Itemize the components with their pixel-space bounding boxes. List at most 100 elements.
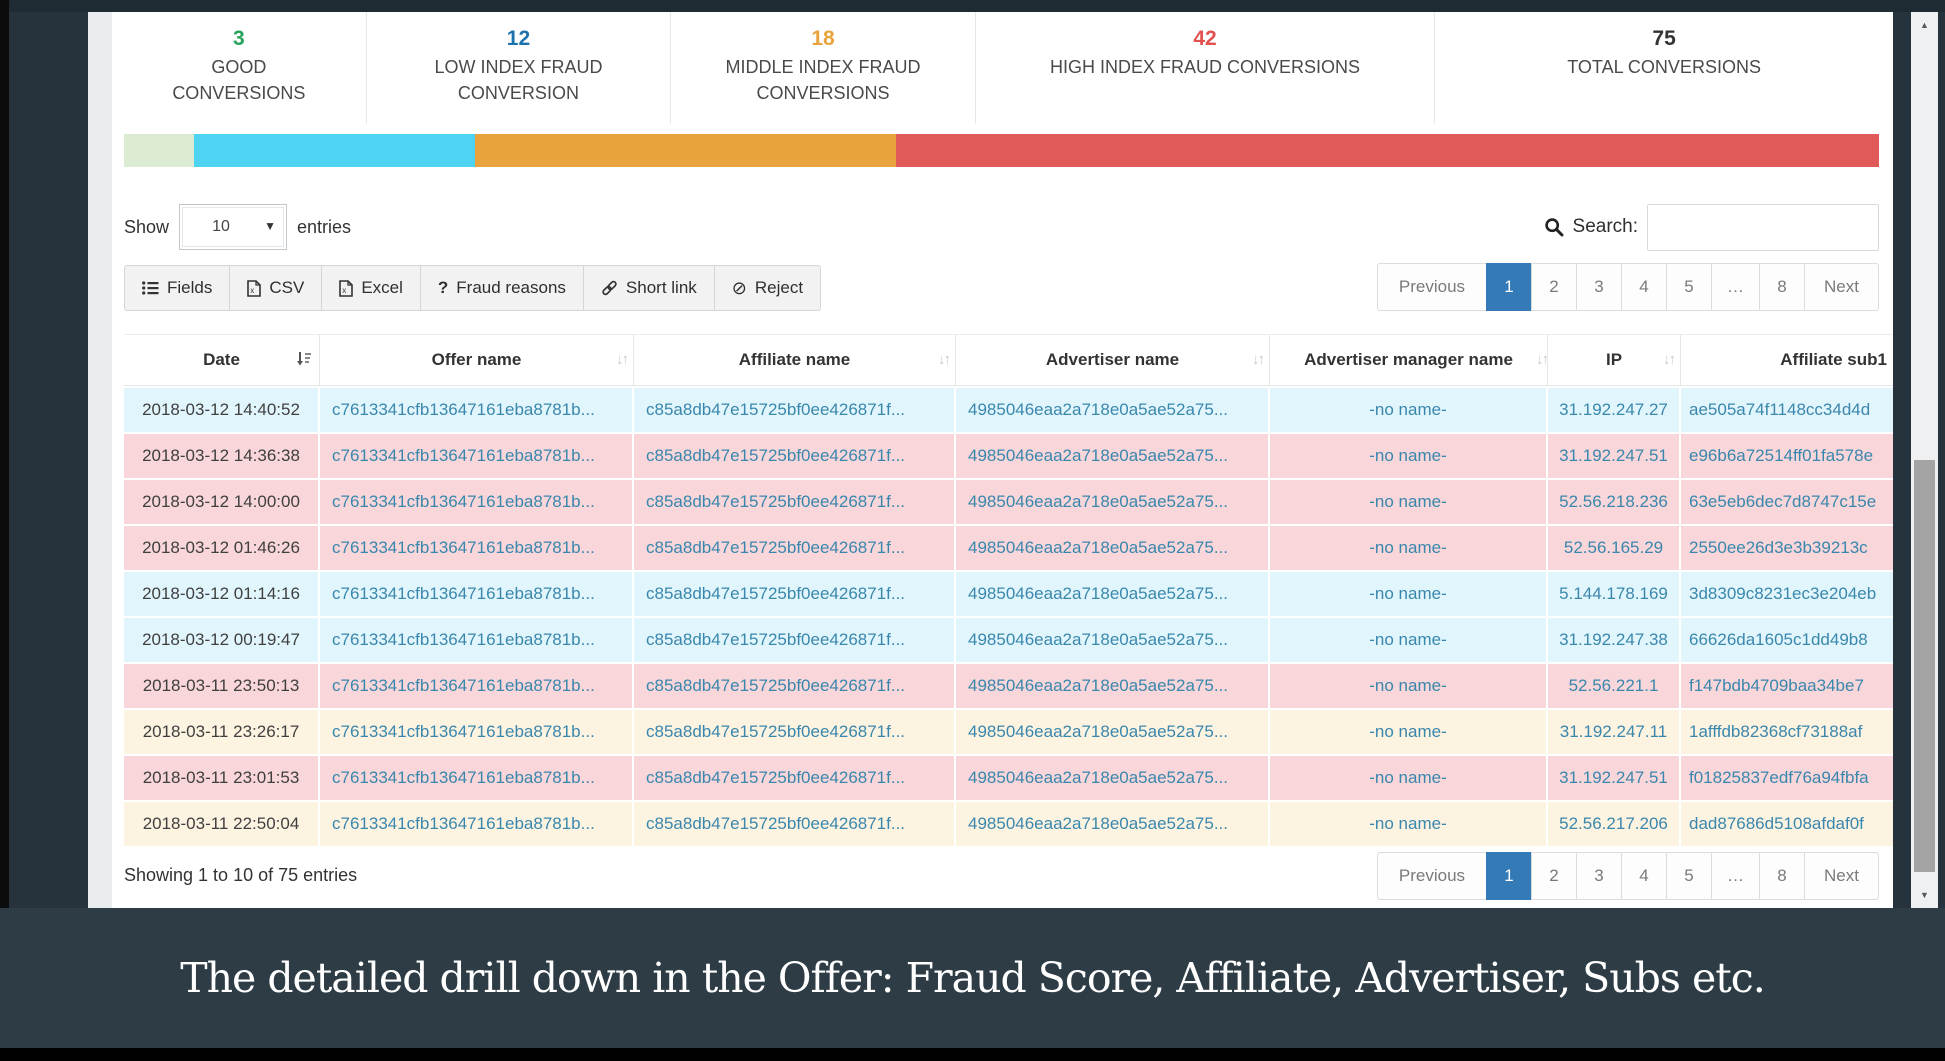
advertiser-link[interactable]: 4985046eaa2a718e0a5ae52a75... <box>956 802 1270 846</box>
short-link-button[interactable]: Short link <box>582 265 715 311</box>
file-excel-icon: x <box>339 279 354 297</box>
sub1-link[interactable]: f01825837edf76a94fbfa <box>1681 756 1893 800</box>
ip-link[interactable]: 52.56.218.236 <box>1548 480 1681 524</box>
advertiser-link[interactable]: 4985046eaa2a718e0a5ae52a75... <box>956 572 1270 616</box>
previous-page-button[interactable]: Previous <box>1376 263 1488 311</box>
offer-link[interactable]: c7613341cfb13647161eba8781b... <box>320 710 634 754</box>
manager-link[interactable]: -no name- <box>1270 572 1548 616</box>
excel-export-button[interactable]: x Excel <box>321 265 421 311</box>
page-button-2[interactable]: 2 <box>1531 263 1578 311</box>
affiliate-link[interactable]: c85a8db47e15725bf0ee426871f... <box>634 710 956 754</box>
button-label: Fields <box>167 278 213 297</box>
advertiser-link[interactable]: 4985046eaa2a718e0a5ae52a75... <box>956 434 1270 478</box>
page-button-1[interactable]: 1 <box>1486 263 1533 311</box>
advertiser-link[interactable]: 4985046eaa2a718e0a5ae52a75... <box>956 710 1270 754</box>
page-button-4[interactable]: 4 <box>1621 852 1668 900</box>
ip-link[interactable]: 52.56.221.1 <box>1548 664 1681 708</box>
offer-link[interactable]: c7613341cfb13647161eba8781b... <box>320 756 634 800</box>
advertiser-link[interactable]: 4985046eaa2a718e0a5ae52a75... <box>956 756 1270 800</box>
affiliate-link[interactable]: c85a8db47e15725bf0ee426871f... <box>634 572 956 616</box>
affiliate-link[interactable]: c85a8db47e15725bf0ee426871f... <box>634 388 956 432</box>
table-row: 2018-03-11 23:01:53 c7613341cfb13647161e… <box>124 756 1893 800</box>
svg-text:x: x <box>343 286 347 295</box>
offer-link[interactable]: c7613341cfb13647161eba8781b... <box>320 618 634 662</box>
offer-link[interactable]: c7613341cfb13647161eba8781b... <box>320 480 634 524</box>
csv-export-button[interactable]: x CSV <box>229 265 323 311</box>
ip-link[interactable]: 52.56.165.29 <box>1548 526 1681 570</box>
affiliate-link[interactable]: c85a8db47e15725bf0ee426871f... <box>634 526 956 570</box>
sub1-link[interactable]: 63e5eb6dec7d8747c15e <box>1681 480 1893 524</box>
manager-link[interactable]: -no name- <box>1270 802 1548 846</box>
advertiser-link[interactable]: 4985046eaa2a718e0a5ae52a75... <box>956 526 1270 570</box>
sub1-link[interactable]: 3d8309c8231ec3e204eb <box>1681 572 1893 616</box>
page-button-8[interactable]: 8 <box>1759 852 1806 900</box>
sub1-link[interactable]: e96b6a72514ff01fa578e <box>1681 434 1893 478</box>
ip-link[interactable]: 31.192.247.38 <box>1548 618 1681 662</box>
page-button-4[interactable]: 4 <box>1621 263 1668 311</box>
manager-link[interactable]: -no name- <box>1270 664 1548 708</box>
reject-button[interactable]: ⊘ Reject <box>713 265 822 311</box>
manager-link[interactable]: -no name- <box>1270 710 1548 754</box>
manager-link[interactable]: -no name- <box>1270 756 1548 800</box>
offer-link[interactable]: c7613341cfb13647161eba8781b... <box>320 434 634 478</box>
affiliate-link[interactable]: c85a8db47e15725bf0ee426871f... <box>634 664 956 708</box>
vertical-scrollbar[interactable]: ▲ ▼ <box>1911 12 1938 908</box>
column-header-advertiser-manager-name[interactable]: Advertiser manager name ↓↑ <box>1270 334 1549 386</box>
manager-link[interactable]: -no name- <box>1270 618 1548 662</box>
manager-link[interactable]: -no name- <box>1270 480 1548 524</box>
column-header-affiliate-name[interactable]: Affiliate name ↓↑ <box>634 334 956 386</box>
page-button-8[interactable]: 8 <box>1759 263 1806 311</box>
manager-link[interactable]: -no name- <box>1270 434 1548 478</box>
ip-link[interactable]: 31.192.247.27 <box>1548 388 1681 432</box>
advertiser-link[interactable]: 4985046eaa2a718e0a5ae52a75... <box>956 480 1270 524</box>
fraud-reasons-button[interactable]: ? Fraud reasons <box>419 265 584 311</box>
sub1-link[interactable]: f147bdb4709baa34be7 <box>1681 664 1893 708</box>
sub1-link[interactable]: dad87686d5108afdaf0f <box>1681 802 1893 846</box>
next-page-button[interactable]: Next <box>1804 263 1879 311</box>
offer-link[interactable]: c7613341cfb13647161eba8781b... <box>320 802 634 846</box>
stat-low-index-fraud: 12 LOW INDEX FRAUD CONVERSION <box>367 12 672 124</box>
manager-link[interactable]: -no name- <box>1270 388 1548 432</box>
column-header-affiliate-sub1[interactable]: Affiliate sub1 <box>1681 334 1893 386</box>
sub1-link[interactable]: ae505a74f1148cc34d4d <box>1681 388 1893 432</box>
page-size-select[interactable]: 10 ▼ <box>179 204 288 250</box>
scroll-down-icon[interactable]: ▼ <box>1911 882 1938 908</box>
affiliate-link[interactable]: c85a8db47e15725bf0ee426871f... <box>634 756 956 800</box>
ip-link[interactable]: 31.192.247.51 <box>1548 434 1681 478</box>
affiliate-link[interactable]: c85a8db47e15725bf0ee426871f... <box>634 618 956 662</box>
previous-page-button[interactable]: Previous <box>1376 852 1488 900</box>
ip-link[interactable]: 52.56.217.206 <box>1548 802 1681 846</box>
offer-link[interactable]: c7613341cfb13647161eba8781b... <box>320 572 634 616</box>
ip-link[interactable]: 31.192.247.11 <box>1548 710 1681 754</box>
advertiser-link[interactable]: 4985046eaa2a718e0a5ae52a75... <box>956 388 1270 432</box>
affiliate-link[interactable]: c85a8db47e15725bf0ee426871f... <box>634 434 956 478</box>
page-button-5[interactable]: 5 <box>1666 263 1713 311</box>
page-button-3[interactable]: 3 <box>1576 263 1623 311</box>
page-button-1[interactable]: 1 <box>1486 852 1533 900</box>
column-header-offer-name[interactable]: Offer name ↓↑ <box>320 334 634 386</box>
advertiser-link[interactable]: 4985046eaa2a718e0a5ae52a75... <box>956 618 1270 662</box>
sub1-link[interactable]: 66626da1605c1dd49b8 <box>1681 618 1893 662</box>
manager-link[interactable]: -no name- <box>1270 526 1548 570</box>
offer-link[interactable]: c7613341cfb13647161eba8781b... <box>320 526 634 570</box>
column-header-advertiser-name[interactable]: Advertiser name ↓↑ <box>956 334 1270 386</box>
ip-link[interactable]: 5.144.178.169 <box>1548 572 1681 616</box>
sub1-link[interactable]: 2550ee26d3e3b39213c <box>1681 526 1893 570</box>
page-button-2[interactable]: 2 <box>1531 852 1578 900</box>
next-page-button[interactable]: Next <box>1804 852 1879 900</box>
offer-link[interactable]: c7613341cfb13647161eba8781b... <box>320 664 634 708</box>
advertiser-link[interactable]: 4985046eaa2a718e0a5ae52a75... <box>956 664 1270 708</box>
offer-link[interactable]: c7613341cfb13647161eba8781b... <box>320 388 634 432</box>
sub1-link[interactable]: 1afffdb82368cf73188af <box>1681 710 1893 754</box>
fields-button[interactable]: Fields <box>124 265 231 311</box>
column-header-date[interactable]: Date <box>124 334 320 386</box>
affiliate-link[interactable]: c85a8db47e15725bf0ee426871f... <box>634 802 956 846</box>
scrollbar-thumb[interactable] <box>1914 460 1935 872</box>
page-button-3[interactable]: 3 <box>1576 852 1623 900</box>
scroll-up-icon[interactable]: ▲ <box>1911 12 1938 38</box>
page-button-5[interactable]: 5 <box>1666 852 1713 900</box>
search-input[interactable] <box>1647 203 1879 251</box>
ip-link[interactable]: 31.192.247.51 <box>1548 756 1681 800</box>
affiliate-link[interactable]: c85a8db47e15725bf0ee426871f... <box>634 480 956 524</box>
column-header-ip[interactable]: IP ↓↑ <box>1548 334 1681 386</box>
